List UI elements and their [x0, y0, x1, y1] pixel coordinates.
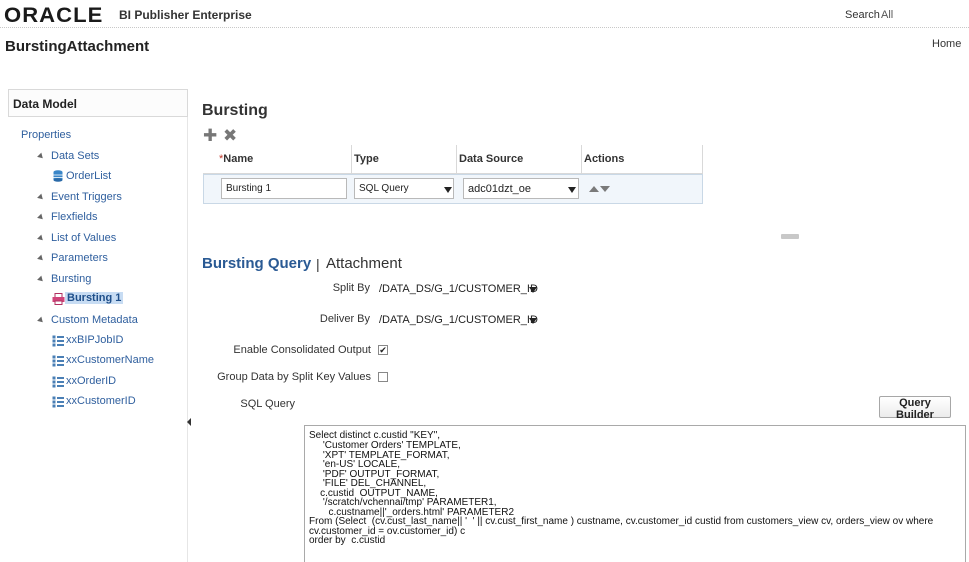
- split-by-select[interactable]: /DATA_DS/G_1/CUSTOMER_ID: [379, 283, 538, 295]
- tree-item-xxorderid[interactable]: xxOrderID: [66, 375, 116, 387]
- tab-bursting-query[interactable]: Bursting Query: [202, 255, 311, 272]
- query-builder-button[interactable]: Query Builder: [879, 396, 951, 421]
- tree-item-custom-metadata[interactable]: Custom Metadata: [51, 314, 138, 326]
- consolidated-output-label: Enable Consolidated Output: [233, 344, 371, 356]
- database-icon: [53, 170, 63, 182]
- bursting-table: *Name Type Data Source Actions Bursting …: [203, 145, 703, 204]
- column-header-actions: Actions: [582, 145, 703, 174]
- search-link[interactable]: Search: [845, 9, 880, 21]
- expand-triangle-icon[interactable]: [37, 193, 45, 202]
- expand-triangle-icon[interactable]: [37, 152, 45, 161]
- collapse-panel-handle[interactable]: [187, 415, 191, 429]
- deliver-by-select[interactable]: /DATA_DS/G_1/CUSTOMER_ID: [379, 314, 538, 326]
- move-down-icon[interactable]: [600, 186, 610, 192]
- table-row: Bursting 1 SQL Query adc01dzt_oe: [203, 174, 703, 204]
- panel-header: Data Model: [8, 89, 188, 117]
- metadata-field-icon: [52, 355, 64, 367]
- expand-triangle-icon[interactable]: [37, 316, 45, 325]
- column-header-type: Type: [352, 145, 457, 174]
- tree-item-parameters[interactable]: Parameters: [51, 252, 108, 264]
- add-icon[interactable]: ✚: [203, 126, 217, 146]
- metadata-field-icon: [52, 376, 64, 388]
- tree-item-event-triggers[interactable]: Event Triggers: [51, 191, 122, 203]
- metadata-field-icon: [52, 335, 64, 347]
- data-model-panel: Data Model Properties Data Sets OrderLis…: [8, 89, 188, 562]
- search-scope-select[interactable]: All: [881, 9, 893, 21]
- expand-triangle-icon[interactable]: [37, 254, 45, 263]
- page-title: BurstingAttachment: [5, 38, 150, 55]
- bursting-name-input[interactable]: Bursting 1: [221, 178, 347, 199]
- tree-item-list-of-values[interactable]: List of Values: [51, 232, 116, 244]
- deliver-by-label: Deliver By: [319, 313, 370, 325]
- tree-item-xxcustomerid[interactable]: xxCustomerID: [66, 395, 136, 407]
- sql-line: order by c.custid: [309, 535, 386, 546]
- section-heading: Bursting: [202, 102, 268, 119]
- tab-separator: |: [316, 256, 320, 272]
- brand-bar: ORACLE BI Publisher Enterprise Search Al…: [0, 0, 969, 28]
- expand-triangle-icon[interactable]: [37, 234, 45, 243]
- split-by-label: Split By: [332, 282, 370, 294]
- pane-splitter[interactable]: [781, 234, 799, 239]
- tree-item-xxcustomername[interactable]: xxCustomerName: [66, 354, 154, 366]
- chevron-down-icon[interactable]: [529, 318, 537, 324]
- chevron-down-icon[interactable]: [529, 287, 537, 293]
- group-data-checkbox[interactable]: [378, 372, 388, 382]
- sql-query-label: SQL Query: [240, 398, 295, 410]
- group-data-label: Group Data by Split Key Values: [217, 371, 371, 383]
- column-header-name: *Name: [203, 145, 352, 174]
- sql-query-textarea[interactable]: Select distinct c.custid "KEY", 'Custome…: [304, 425, 966, 562]
- tree-item-data-sets[interactable]: Data Sets: [51, 150, 99, 162]
- oracle-logo: ORACLE: [4, 4, 104, 27]
- metadata-field-icon: [52, 396, 64, 408]
- tree-item-bursting[interactable]: Bursting: [51, 273, 91, 285]
- tree-item-xxbipjobid[interactable]: xxBIPJobID: [66, 334, 123, 346]
- data-source-select[interactable]: adc01dzt_oe: [463, 178, 579, 199]
- bursting-printer-icon: [52, 293, 65, 305]
- tab-attachment[interactable]: Attachment: [326, 255, 402, 272]
- consolidated-output-checkbox[interactable]: ✔: [378, 345, 388, 355]
- type-select[interactable]: SQL Query: [354, 178, 454, 199]
- tree-item-bursting-1[interactable]: Bursting 1: [65, 292, 124, 304]
- tree-item-properties[interactable]: Properties: [21, 129, 71, 141]
- expand-triangle-icon[interactable]: [37, 275, 45, 284]
- product-name: BI Publisher Enterprise: [119, 8, 252, 22]
- expand-triangle-icon[interactable]: [37, 213, 45, 222]
- chevron-down-icon: [568, 187, 576, 193]
- column-header-data-source: Data Source: [457, 145, 582, 174]
- tree-item-orderlist[interactable]: OrderList: [66, 170, 111, 182]
- chevron-down-icon: [444, 187, 452, 193]
- move-up-icon[interactable]: [589, 186, 599, 192]
- home-link[interactable]: Home: [932, 38, 961, 50]
- delete-icon[interactable]: ✖: [223, 126, 237, 146]
- panel-title: Data Model: [13, 97, 78, 111]
- tree-item-flexfields[interactable]: Flexfields: [51, 211, 97, 223]
